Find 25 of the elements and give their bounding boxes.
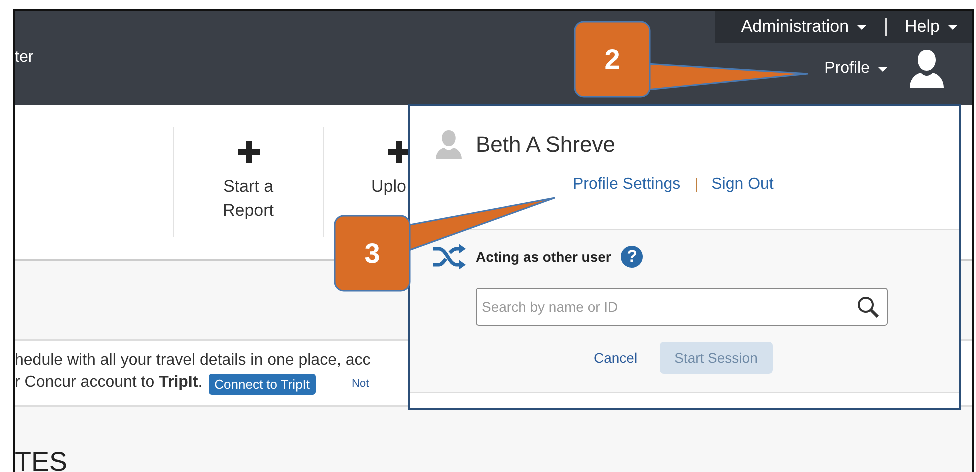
app-title: ter bbox=[15, 49, 34, 67]
menu-dropdown[interactable]: Help bbox=[905, 17, 958, 37]
plus-icon bbox=[388, 141, 410, 163]
help-icon[interactable]: ? bbox=[621, 246, 644, 268]
user-avatar-icon[interactable] bbox=[910, 50, 944, 88]
action-label: Uplo bbox=[370, 176, 408, 198]
not-now-link[interactable]: Not bbox=[352, 378, 370, 390]
user-name: Beth A Shreve bbox=[476, 132, 616, 158]
profile-link[interactable]: Sign Out bbox=[712, 176, 774, 194]
section-heading: TES bbox=[15, 447, 68, 472]
user-avatar-icon bbox=[436, 130, 462, 160]
plus-icon bbox=[238, 141, 260, 163]
shuffle-icon bbox=[432, 244, 466, 270]
cancel-link[interactable]: Cancel bbox=[594, 350, 638, 366]
search-icon[interactable] bbox=[857, 296, 879, 318]
banner-text: r Concur account to TripIt. bbox=[15, 374, 203, 392]
action-tile[interactable]: Start a Report bbox=[173, 127, 323, 237]
acting-title: Acting as other user bbox=[476, 249, 612, 265]
banner-text: hedule with all your travel details in one place, acc bbox=[15, 352, 371, 370]
profile-link[interactable]: Profile Settings bbox=[573, 176, 681, 194]
action-label: Start a Report bbox=[222, 176, 276, 222]
search-field[interactable]: Search by name or ID bbox=[476, 288, 888, 326]
menu-dropdown[interactable]: Administration bbox=[741, 17, 868, 37]
connect-button[interactable]: Connect to TripIt bbox=[208, 374, 316, 394]
profile-dropdown[interactable]: Profile bbox=[824, 60, 888, 78]
